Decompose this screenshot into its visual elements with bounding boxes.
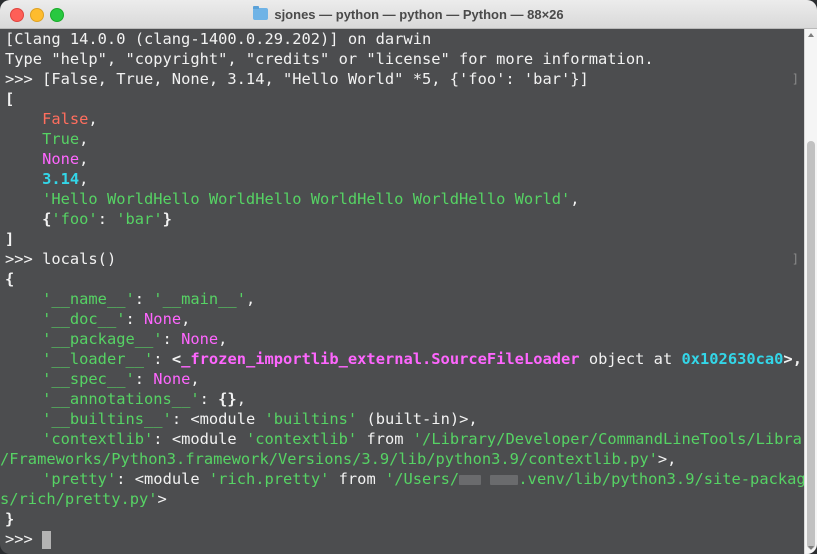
terminal-line: '__loader__': <_frozen_importlib_externa…: [42, 350, 802, 368]
terminal-line: 3.14,: [42, 170, 89, 188]
command: locals(): [42, 250, 117, 268]
redacted-text: [490, 474, 519, 485]
terminal-line: >>>: [5, 529, 805, 549]
prompt: >>>: [5, 530, 43, 548]
window-title-text: sjones — python — python — Python — 88×2…: [274, 6, 564, 22]
terminal-line: >>> [False, True, None, 3.14, "Hello Wor…: [5, 69, 805, 89]
terminal-line: 'Hello WorldHello WorldHello WorldHello …: [42, 190, 580, 208]
redacted-text: [459, 474, 482, 485]
terminal-window: sjones — python — python — Python — 88×2…: [0, 0, 817, 554]
terminal-line: ]: [5, 230, 15, 248]
terminal-line: '__spec__': None,: [42, 370, 200, 388]
terminal-line: 'contextlib': <module 'contextlib' from …: [42, 430, 817, 448]
text-cursor: [42, 530, 52, 549]
terminal-line: >>> locals()]: [5, 249, 805, 269]
terminal-line: s/rich/pretty.py'>: [0, 490, 167, 508]
title-bar: sjones — python — python — Python — 88×2…: [0, 0, 817, 29]
terminal-line: Type "help", "copyright", "credits" or "…: [5, 50, 654, 68]
vertical-scrollbar[interactable]: [804, 29, 817, 554]
prompt: >>>: [5, 70, 43, 88]
terminal-line: 'pretty': <module 'rich.pretty' from '/U…: [42, 470, 815, 488]
terminal-line: '__doc__': None,: [42, 310, 191, 328]
terminal-line: True,: [42, 130, 89, 148]
terminal-line: {: [5, 270, 15, 288]
terminal-line: None,: [42, 150, 89, 168]
line-mark: ]: [791, 252, 799, 266]
line-mark: ]: [791, 72, 799, 86]
terminal-line: [Clang 14.0.0 (clang-1400.0.29.202)] on …: [5, 30, 432, 48]
scroll-down-icon[interactable]: [808, 546, 814, 550]
terminal-line: False,: [42, 110, 98, 128]
terminal-line: }: [5, 510, 15, 528]
command: [False, True, None, 3.14, "Hello World" …: [42, 70, 589, 88]
terminal-output[interactable]: [Clang 14.0.0 (clang-1400.0.29.202)] on …: [0, 29, 817, 554]
terminal-line: '__builtins__': <module 'builtins' (buil…: [42, 410, 478, 428]
terminal-line: {'foo': 'bar'}: [42, 210, 172, 228]
terminal-line: /Frameworks/Python3.framework/Versions/3…: [0, 450, 677, 468]
scroll-up-icon[interactable]: [808, 33, 814, 37]
window-title: sjones — python — python — Python — 88×2…: [0, 0, 817, 28]
scrollbar-thumb[interactable]: [807, 141, 815, 549]
terminal-line: '__package__': None,: [42, 330, 228, 348]
folder-icon: [253, 6, 269, 20]
prompt: >>>: [5, 250, 43, 268]
terminal-line: '__annotations__': {},: [42, 390, 246, 408]
terminal-line: [: [5, 90, 15, 108]
terminal-line: '__name__': '__main__',: [42, 290, 256, 308]
